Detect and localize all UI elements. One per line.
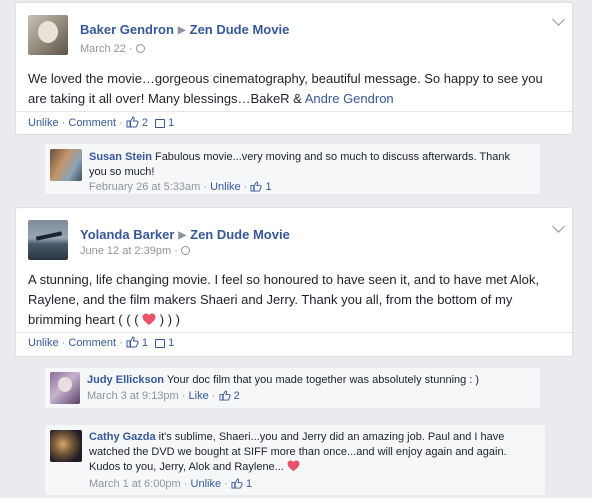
reply-author[interactable]: Judy Ellickson xyxy=(87,374,164,386)
avatar[interactable] xyxy=(50,149,82,181)
like-count[interactable]: 2 xyxy=(234,390,240,402)
like-count[interactable]: 1 xyxy=(246,478,252,490)
thumbs-up-icon[interactable] xyxy=(250,181,263,192)
reply-item: Judy Ellickson Your doc film that you mad… xyxy=(45,368,540,408)
avatar[interactable] xyxy=(50,430,82,462)
avatar[interactable] xyxy=(28,15,68,55)
like-count[interactable]: 2 xyxy=(142,117,148,129)
reply-timestamp[interactable]: February 26 at 5:33am xyxy=(89,181,200,193)
thumbs-up-icon[interactable] xyxy=(126,116,139,128)
reply-text: Your doc film that you made together was… xyxy=(167,374,480,386)
avatar[interactable] xyxy=(50,372,80,404)
reply-author[interactable]: Cathy Gazda xyxy=(89,431,156,443)
heart-icon xyxy=(287,460,300,472)
post-body: A stunning, life changing movie. I feel … xyxy=(28,272,539,327)
thumbs-up-icon[interactable] xyxy=(219,390,231,401)
unlike-button[interactable]: Unlike xyxy=(210,181,241,193)
unlike-button[interactable]: Unlike xyxy=(191,478,222,490)
like-count[interactable]: 1 xyxy=(266,181,272,193)
divider xyxy=(16,332,572,333)
avatar[interactable] xyxy=(28,220,68,260)
comment-count[interactable]: 1 xyxy=(168,337,174,349)
reply-author[interactable]: Susan Stein xyxy=(89,151,152,163)
reply-timestamp[interactable]: March 1 at 6:00pm xyxy=(89,478,181,490)
post-author[interactable]: Yolanda Barker xyxy=(80,227,174,242)
divider xyxy=(16,111,572,112)
like-count[interactable]: 1 xyxy=(142,337,148,349)
unlike-button[interactable]: Unlike xyxy=(28,117,59,129)
post-timestamp[interactable]: March 22 xyxy=(80,43,126,55)
thumbs-up-icon[interactable] xyxy=(231,478,243,489)
heart-icon xyxy=(142,313,156,325)
post-card: Baker Gendron ▶ Zen Dude Movie March 22 · … xyxy=(15,2,573,135)
reply-text: Fabulous movie...very moving and so much… xyxy=(89,151,510,178)
globe-icon xyxy=(180,246,190,255)
comment-icon[interactable] xyxy=(155,119,166,128)
post-target-page[interactable]: Zen Dude Movie xyxy=(190,227,290,242)
comment-count[interactable]: 1 xyxy=(168,117,174,129)
comment-button[interactable]: Comment xyxy=(68,337,116,349)
thumbs-up-icon[interactable] xyxy=(126,336,139,348)
post-timestamp[interactable]: June 12 at 2:39pm xyxy=(80,245,171,257)
chevron-down-icon[interactable] xyxy=(552,220,565,233)
reply-item: Cathy Gazda it's sublime, Shaeri...you an… xyxy=(45,425,545,495)
mention-link[interactable]: Andre Gendron xyxy=(305,91,394,106)
arrow-right-icon: ▶ xyxy=(178,230,187,241)
post-author[interactable]: Baker Gendron xyxy=(80,22,174,37)
unlike-button[interactable]: Unlike xyxy=(28,337,59,349)
post-body: We loved the movie…gorgeous cinematograp… xyxy=(28,71,543,106)
comment-icon[interactable] xyxy=(155,339,166,348)
arrow-right-icon: ▶ xyxy=(177,25,186,36)
like-button[interactable]: Like xyxy=(189,390,209,402)
reply-timestamp[interactable]: March 3 at 9:13pm xyxy=(87,390,179,402)
chevron-down-icon[interactable] xyxy=(552,13,565,26)
comment-button[interactable]: Comment xyxy=(68,117,116,129)
globe-icon xyxy=(135,44,145,53)
post-target-page[interactable]: Zen Dude Movie xyxy=(190,22,290,37)
separator: · xyxy=(128,43,133,55)
post-card: Yolanda Barker ▶ Zen Dude Movie June 12 at… xyxy=(15,207,573,357)
reply-item: Susan Stein Fabulous movie...very moving … xyxy=(45,144,540,194)
